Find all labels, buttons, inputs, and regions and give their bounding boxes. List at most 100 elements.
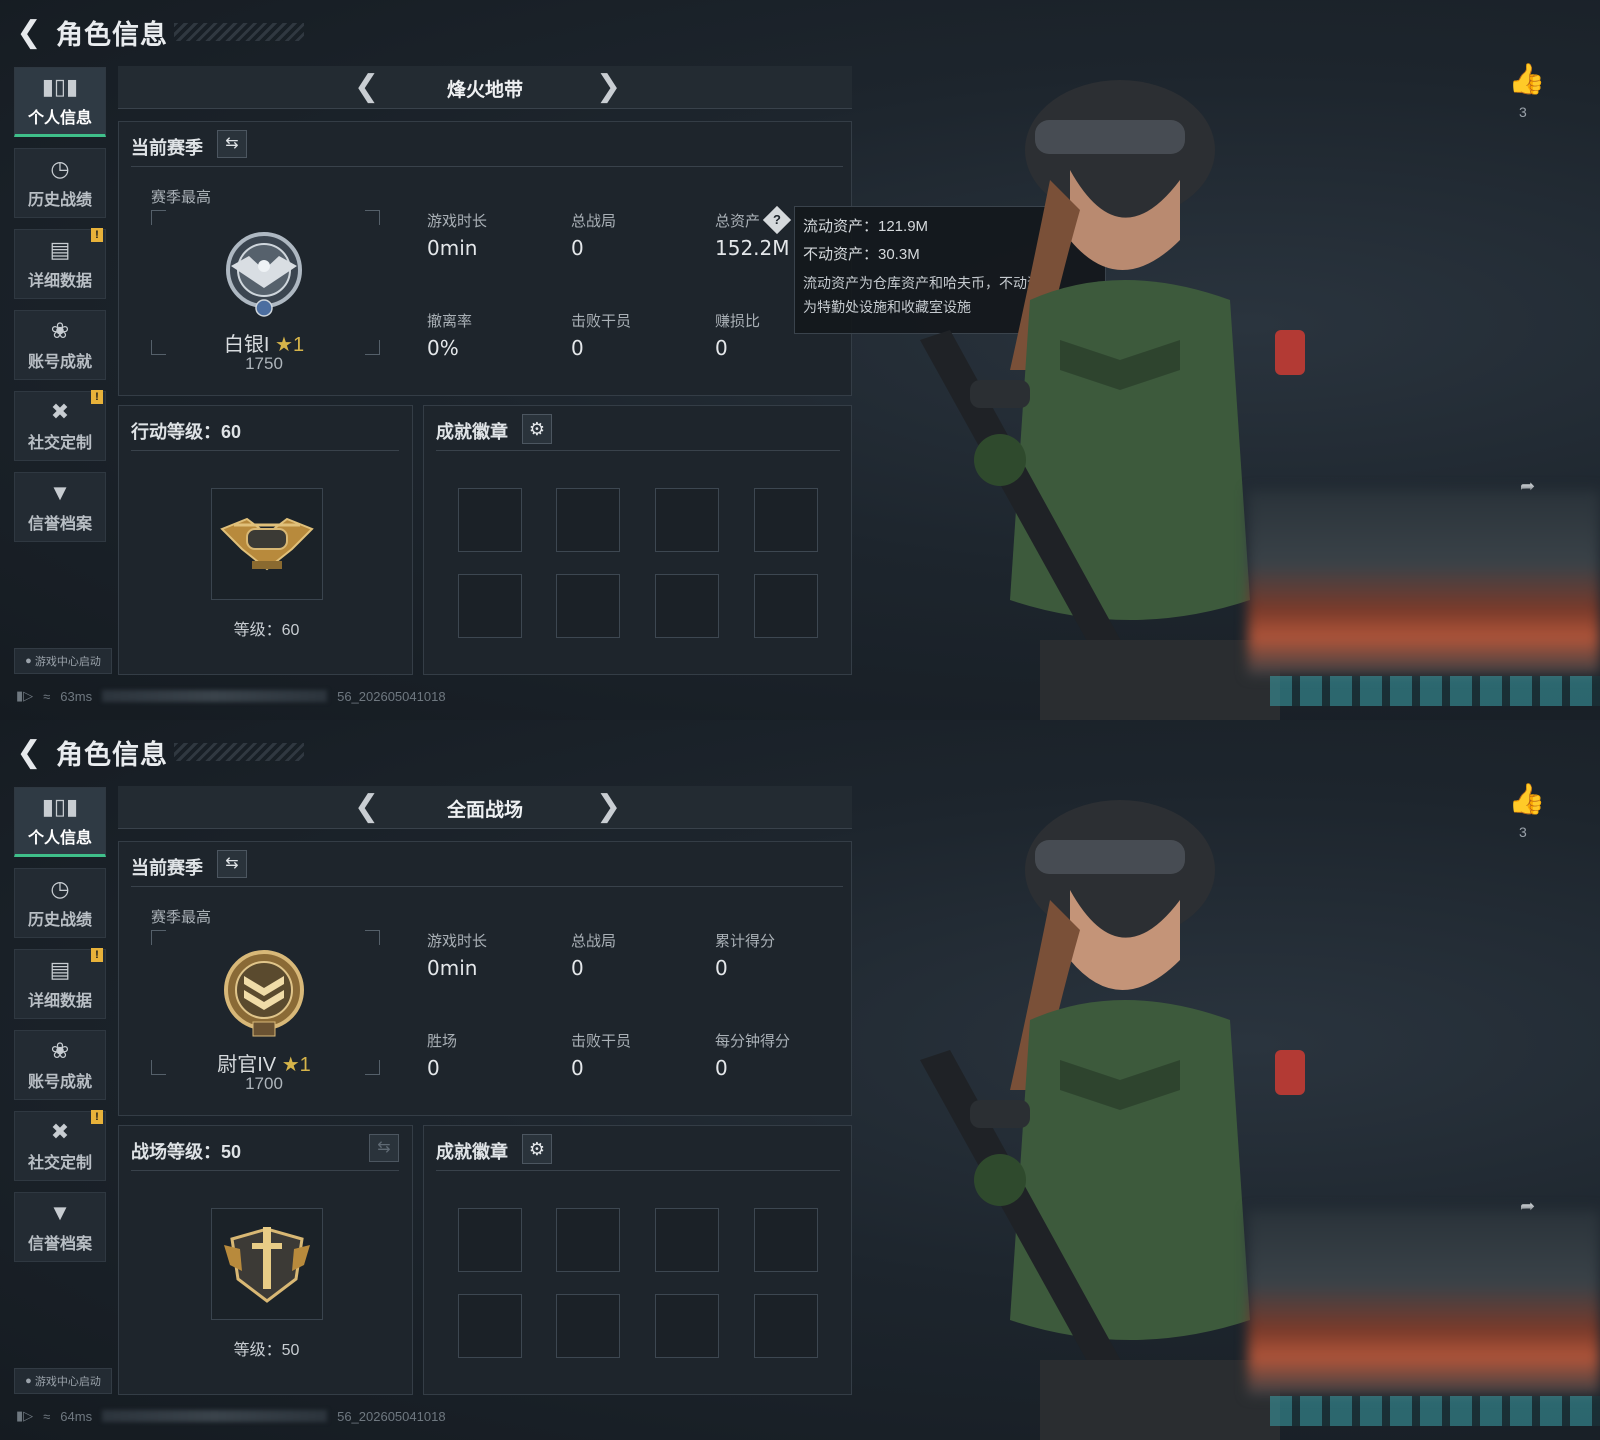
season-best-label: 赛季最高 <box>151 909 212 926</box>
next-mode-arrow-icon[interactable]: ❯ <box>596 790 621 824</box>
sidebar-item-history[interactable]: ◷ 历史战绩 <box>14 868 106 938</box>
sidebar-item-social[interactable]: ! ✖ 社交定制 <box>14 1110 106 1181</box>
swap-season-button[interactable]: ⇆ <box>217 130 247 158</box>
game-center-launch-button[interactable]: ● 游戏中心启动 <box>14 1368 112 1394</box>
mode-name: 烽火地带 <box>446 80 523 101</box>
badge-slot[interactable] <box>556 1208 620 1272</box>
level-title: 战场等级：50 <box>131 1142 242 1162</box>
badge-slot[interactable] <box>556 574 620 638</box>
season-stats-box: 当前赛季 ⇆ 赛季最高 白银I ★1 1750 游戏时长 0min 总战局 0 … <box>118 121 852 396</box>
help-icon[interactable]: ? <box>762 205 792 235</box>
shield-icon: ▼ <box>49 1200 71 1225</box>
tools-icon: ✖ <box>50 399 70 424</box>
sidebar-item-label: 详细数据 <box>27 993 92 1010</box>
badge-slot[interactable] <box>458 488 522 552</box>
thumbs-up-icon[interactable]: 👍 <box>1508 62 1545 97</box>
mode-selector: ❮ 烽火地带 ❯ <box>118 66 852 109</box>
back-arrow-icon[interactable]: ❮ <box>14 736 44 769</box>
sidebar-item-reputation[interactable]: ▼ 信誉档案 <box>14 1192 106 1262</box>
blurred-region <box>1248 490 1600 675</box>
achievement-title: 成就徽章 <box>436 422 508 442</box>
back-arrow-icon[interactable]: ❮ <box>14 16 44 49</box>
badge-slot[interactable] <box>754 1208 818 1272</box>
stat-value-matches: 0 <box>571 956 584 980</box>
sidebar-item-achievements[interactable]: ❀ 账号成就 <box>14 310 106 380</box>
frame-corner <box>151 210 166 225</box>
season-best-label: 赛季最高 <box>151 189 212 206</box>
badge-slot[interactable] <box>754 488 818 552</box>
stat-value-wins: 0 <box>427 1056 440 1080</box>
stat-value-profit-ratio: 0 <box>715 336 728 360</box>
helicopter-emblem-icon <box>220 517 314 571</box>
sidebar-item-personal-info[interactable]: ▮▯▮ 个人信息 <box>14 787 106 857</box>
sidebar-item-personal-info[interactable]: ▮▯▮ 个人信息 <box>14 67 106 137</box>
badge-slot[interactable] <box>655 574 719 638</box>
sidebar: ▮▯▮ 个人信息 ◷ 历史战绩 ! ▤ 详细数据 ❀ 账号成就 ! ✖ 社交定制… <box>14 787 106 1273</box>
frame-corner <box>365 210 380 225</box>
clock-icon: ◷ <box>50 156 70 181</box>
wifi-icon: ≈ <box>43 688 51 704</box>
divider <box>436 450 840 451</box>
sidebar-item-social[interactable]: ! ✖ 社交定制 <box>14 390 106 461</box>
floor-light-decoration <box>1270 676 1600 706</box>
badge-slot[interactable] <box>458 574 522 638</box>
level-text: 等级：50 <box>233 1342 300 1359</box>
achievement-title: 成就徽章 <box>436 1142 508 1162</box>
season-stats-box: 当前赛季 ⇆ 赛季最高 尉官IV ★1 1700 游戏时长 0min 总战局 0… <box>118 841 852 1116</box>
launch-label: 游戏中心启动 <box>34 1376 101 1388</box>
wifi-icon: ≈ <box>43 1408 51 1424</box>
stat-label-total-score: 累计得分 <box>715 933 776 950</box>
badge-slot[interactable] <box>655 1208 719 1272</box>
swap-season-button[interactable]: ⇆ <box>217 850 247 878</box>
status-bar: ▮▷ ≈ 64ms 56_202605041018 <box>16 1408 446 1424</box>
sidebar-item-label: 账号成就 <box>27 354 92 371</box>
sidebar-item-label: 社交定制 <box>27 435 92 452</box>
sidebar-item-achievements[interactable]: ❀ 账号成就 <box>14 1030 106 1100</box>
alert-badge: ! <box>91 1110 103 1124</box>
redacted-area <box>102 690 328 702</box>
stat-label-wins: 胜场 <box>427 1033 458 1050</box>
divider <box>131 166 843 167</box>
build-text: 56_202605041018 <box>337 1408 446 1424</box>
swap-level-button[interactable]: ⇆ <box>369 1134 399 1162</box>
badge-slot[interactable] <box>655 1294 719 1358</box>
badge-slot[interactable] <box>458 1208 522 1272</box>
person-icon: ● <box>25 655 32 667</box>
game-center-launch-button[interactable]: ● 游戏中心启动 <box>14 648 112 674</box>
thumbs-up-icon[interactable]: 👍 <box>1508 782 1545 817</box>
operation-level-box: 行动等级：60 等级：60 <box>118 405 413 675</box>
build-text: 56_202605041018 <box>337 688 446 704</box>
sidebar-item-details[interactable]: ! ▤ 详细数据 <box>14 228 106 299</box>
badge-slot[interactable] <box>556 1294 620 1358</box>
page-title: 角色信息 <box>56 19 168 50</box>
tools-icon: ✖ <box>50 1119 70 1144</box>
panel-extraction-mode: ❮ 角色信息 ▮▯▮ 个人信息 ◷ 历史战绩 ! ▤ 详细数据 ❀ 账号成就 !… <box>0 0 1600 720</box>
divider <box>131 886 843 887</box>
sidebar-item-details[interactable]: ! ▤ 详细数据 <box>14 948 106 1019</box>
divider <box>436 1170 840 1171</box>
sidebar: ▮▯▮ 个人信息 ◷ 历史战绩 ! ▤ 详细数据 ❀ 账号成就 ! ✖ 社交定制… <box>14 67 106 553</box>
page-title: 角色信息 <box>56 739 168 770</box>
person-icon: ● <box>25 1375 32 1387</box>
sidebar-item-history[interactable]: ◷ 历史战绩 <box>14 148 106 218</box>
header: ❮ 角色信息 <box>14 732 304 772</box>
badge-slot[interactable] <box>458 1294 522 1358</box>
badge-slot[interactable] <box>754 574 818 638</box>
level-text: 等级：60 <box>233 622 300 639</box>
like-count: 3 <box>1519 824 1527 840</box>
redacted-area <box>102 1410 328 1422</box>
badge-slot[interactable] <box>655 488 719 552</box>
sidebar-item-reputation[interactable]: ▼ 信誉档案 <box>14 472 106 542</box>
level-emblem-frame <box>211 1208 323 1320</box>
frame-corner <box>365 930 380 945</box>
alert-badge: ! <box>91 948 103 962</box>
badge-slot[interactable] <box>556 488 620 552</box>
next-mode-arrow-icon[interactable]: ❯ <box>596 70 621 104</box>
divider <box>131 450 399 451</box>
sidebar-item-label: 个人信息 <box>27 830 92 847</box>
rank-stars: ★1 <box>275 334 305 356</box>
sidebar-item-label: 账号成就 <box>27 1074 92 1091</box>
badge-slot[interactable] <box>754 1294 818 1358</box>
gear-icon[interactable]: ⚙ <box>522 1134 552 1164</box>
gear-icon[interactable]: ⚙ <box>522 414 552 444</box>
